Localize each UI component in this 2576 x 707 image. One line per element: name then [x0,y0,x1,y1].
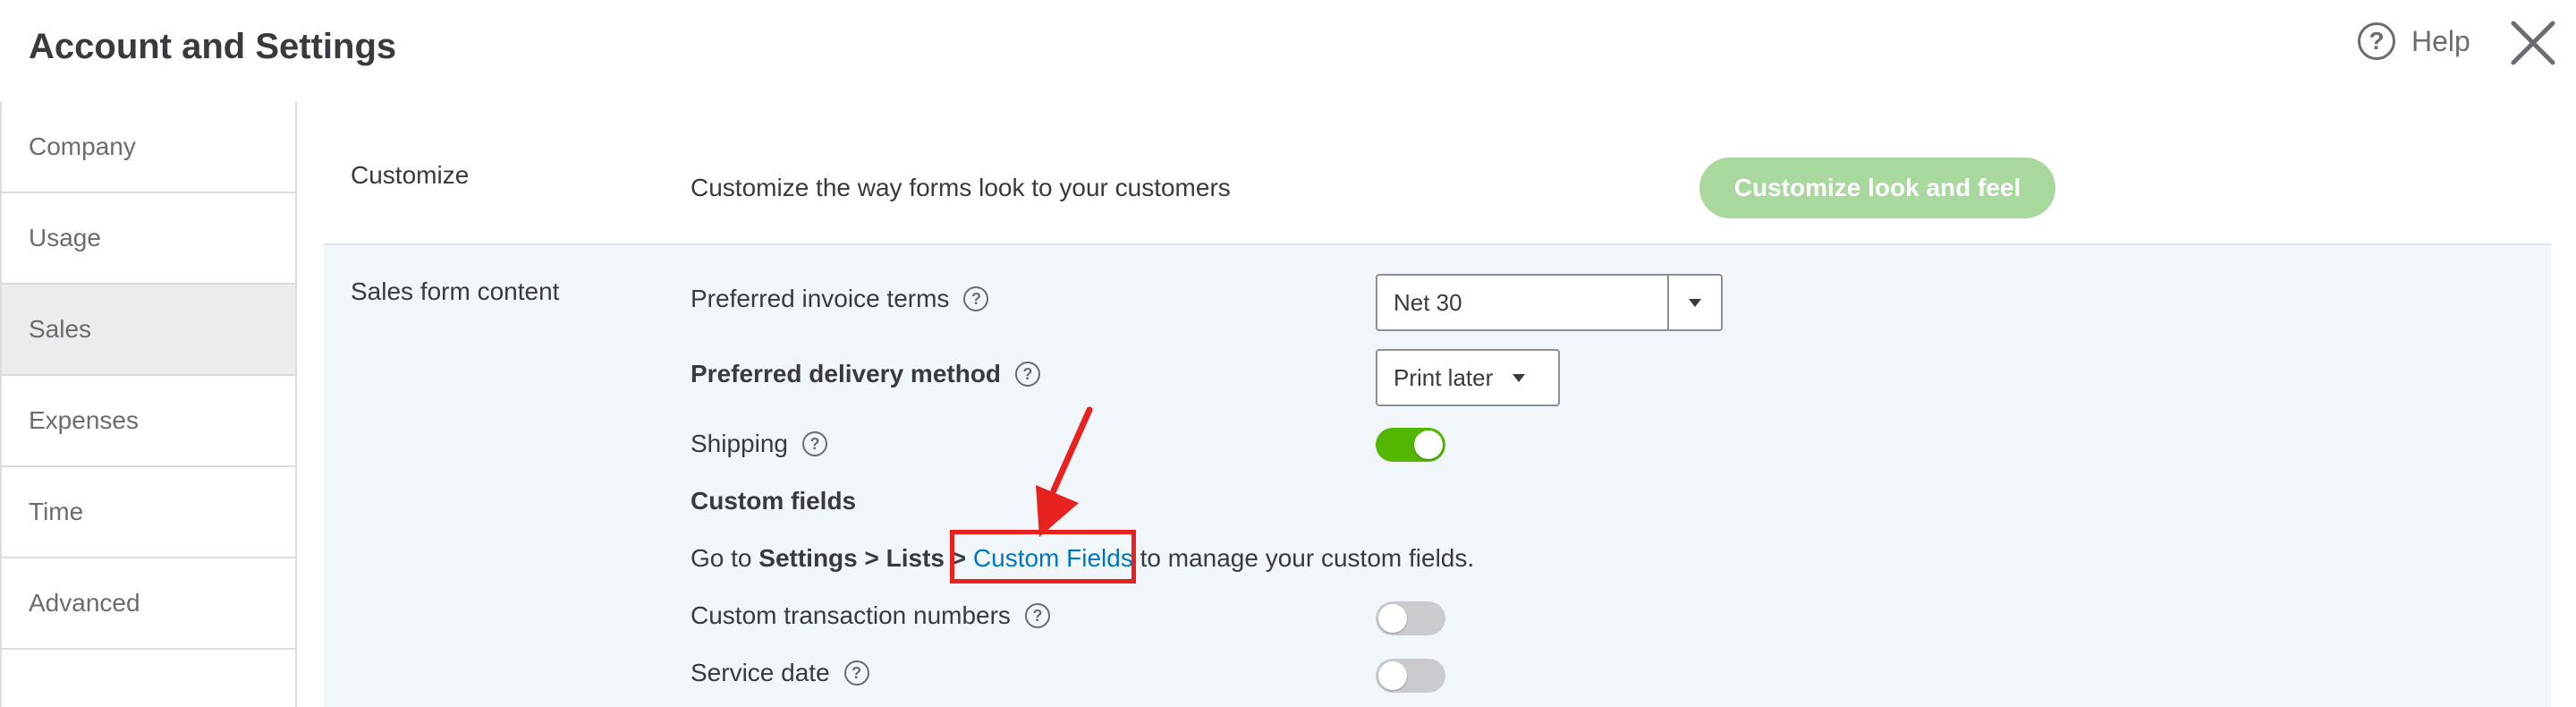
delivery-method-field: Preferred delivery method ? [691,360,1041,388]
sales-form-section-label: Sales form content [351,277,560,305]
invoice-terms-select[interactable]: Net 30 [1376,274,1723,331]
shipping-field: Shipping ? [691,430,827,458]
question-icon[interactable]: ? [801,431,827,456]
customize-section-label: Customize [351,161,470,189]
help-button[interactable]: ? Help [2358,20,2470,63]
toggle-knob [1414,430,1443,459]
question-icon[interactable]: ? [843,660,869,686]
custom-fields-text-prefix: Go to [691,544,759,572]
sidebar-item-sales[interactable]: Sales [2,285,295,376]
custom-fields-text-suffix: to manage your custom fields. [1132,544,1475,572]
customize-section: Customize Customize the way forms look t… [324,102,2551,245]
close-icon[interactable] [2510,20,2556,66]
delivery-method-value: Print later [1394,363,1494,391]
delivery-method-label: Preferred delivery method [691,360,1002,388]
question-icon[interactable]: ? [963,286,989,311]
toggle-knob [1378,604,1407,633]
customize-description: Customize the way forms look to your cus… [691,174,1231,201]
invoice-terms-field: Preferred invoice terms ? [691,285,989,313]
service-date-field: Service date ? [691,659,869,687]
question-icon[interactable]: ? [1024,603,1050,628]
help-label: Help [2411,24,2470,57]
question-icon[interactable]: ? [1015,362,1041,387]
annotation-arrow-icon [1036,406,1093,537]
custom-fields-path: Settings > Lists > [758,544,973,572]
sidebar-item-expenses[interactable]: Expenses [2,376,295,467]
help-icon: ? [2358,22,2395,60]
settings-sidebar: Company Usage Sales Expenses Time Advanc… [0,102,297,707]
sidebar-item-time[interactable]: Time [2,467,295,558]
page-title: Account and Settings [29,27,397,66]
invoice-terms-value: Net 30 [1394,288,1462,316]
customize-look-and-feel-button[interactable]: Customize look and feel [1699,158,2055,218]
custom-fields-heading: Custom fields [691,487,857,515]
service-date-toggle[interactable] [1376,659,1445,693]
sidebar-item-usage[interactable]: Usage [2,193,295,285]
sales-form-content-section[interactable]: Sales form content Preferred invoice ter… [324,245,2551,707]
sidebar-item-company[interactable]: Company [2,102,295,193]
service-date-label: Service date [691,659,830,686]
dropdown-arrow-icon [1513,373,1526,382]
toggle-knob [1378,661,1407,690]
custom-transaction-numbers-toggle[interactable] [1376,601,1445,635]
dropdown-arrow-icon[interactable] [1667,276,1721,329]
shipping-label: Shipping [691,430,788,457]
invoice-terms-label: Preferred invoice terms [691,285,950,312]
sidebar-item-advanced[interactable]: Advanced [2,558,295,650]
custom-transaction-numbers-field: Custom transaction numbers ? [691,601,1050,630]
custom-transaction-numbers-label: Custom transaction numbers [691,601,1011,629]
delivery-method-select[interactable]: Print later [1376,349,1560,406]
shipping-toggle[interactable] [1376,428,1445,462]
